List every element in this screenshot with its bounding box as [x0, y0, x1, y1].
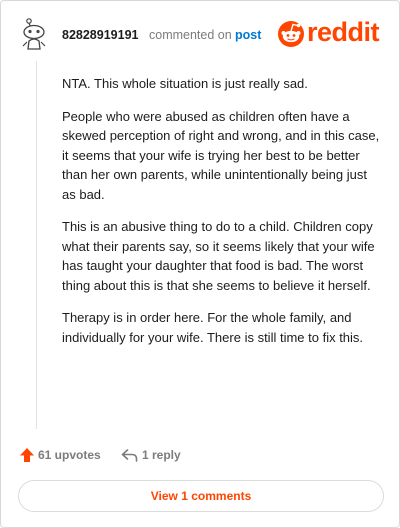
comment-paragraph: NTA. This whole situation is just really… — [62, 76, 308, 91]
post-link[interactable]: post — [235, 28, 261, 42]
reddit-logo-icon — [278, 21, 304, 47]
upvote-count: 61 upvotes — [38, 448, 101, 462]
reply-count: 1 reply — [142, 448, 181, 462]
comment-actions: 61 upvotes 1 reply — [19, 445, 379, 465]
reddit-wordmark: reddit — [307, 17, 380, 47]
thread-line[interactable] — [36, 61, 37, 429]
comment-paragraph: This is an abusive thing to do to a chil… — [62, 219, 375, 293]
upvote-arrow-icon — [20, 448, 34, 462]
reply-arrow-icon — [121, 449, 138, 462]
username[interactable]: 82828919191 — [62, 28, 138, 42]
comment-card: 82828919191 commented on post reddit NTA… — [0, 0, 400, 528]
comment-header: 82828919191 commented on post reddit — [19, 13, 385, 53]
commented-on-text: commented on — [149, 28, 232, 42]
reddit-logo[interactable]: reddit — [277, 17, 385, 49]
view-comments-button[interactable]: View 1 comments — [18, 480, 384, 512]
comment-paragraph: Therapy is in order here. For the whole … — [62, 310, 364, 345]
comment-paragraph: People who were abused as children often… — [62, 108, 380, 202]
comment-body: NTA. This whole situation is just really… — [62, 74, 382, 360]
snoo-avatar-icon[interactable] — [19, 17, 49, 51]
